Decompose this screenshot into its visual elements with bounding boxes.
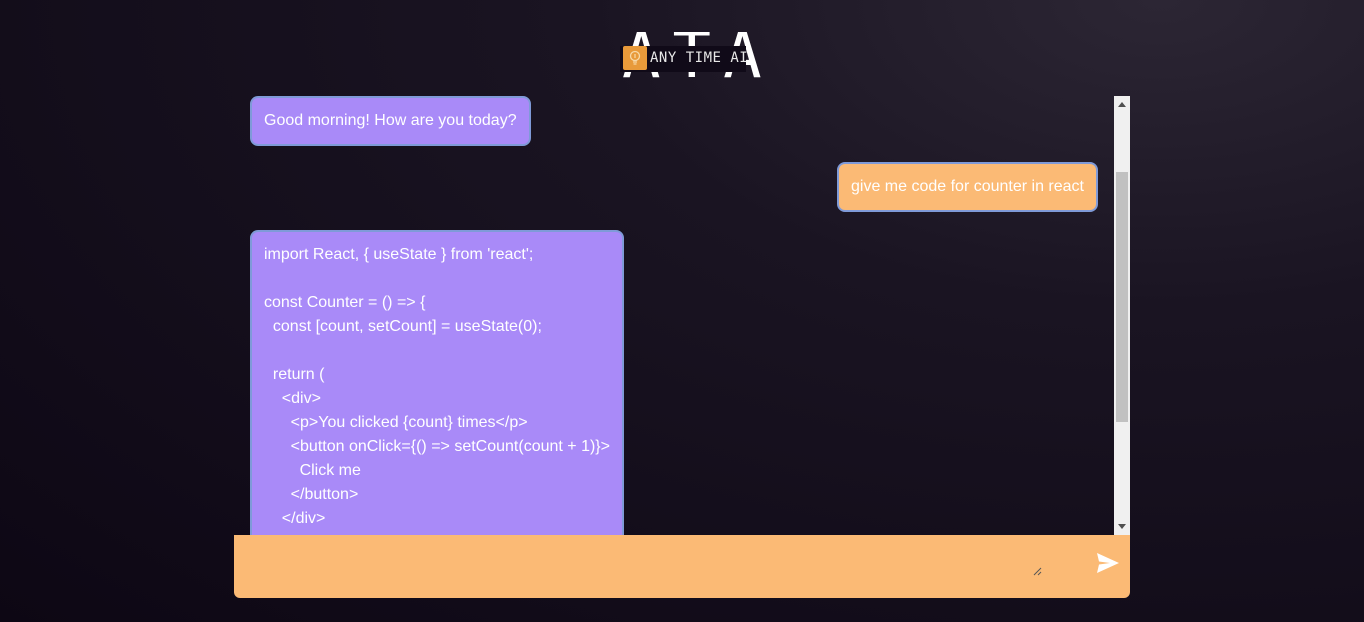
message-input-bar	[234, 535, 1130, 598]
chat-window[interactable]: Good morning! How are you today? give me…	[234, 96, 1130, 535]
code-line: </div>	[264, 510, 326, 527]
code-line: import React, { useState } from 'react';	[264, 246, 534, 263]
message-text: Good morning! How are you today?	[264, 112, 517, 129]
code-line: <button onClick={() => setCount(count + …	[264, 438, 610, 455]
app-header: ATA ANY TIME AI	[0, 0, 1364, 96]
logo-subtitle: ANY TIME AI	[650, 50, 749, 66]
code-line: </button>	[264, 486, 359, 503]
code-line: <div>	[264, 390, 321, 407]
scrollbar-thumb[interactable]	[1116, 172, 1128, 422]
scroll-down-arrow-icon[interactable]	[1114, 518, 1130, 535]
code-line: const Counter = () => {	[264, 294, 426, 311]
send-button[interactable]	[1094, 549, 1122, 577]
code-line: Click me	[264, 462, 361, 479]
bot-message: Good morning! How are you today?	[250, 96, 531, 146]
lightbulb-icon	[623, 46, 647, 70]
resize-grip-icon[interactable]	[1032, 563, 1042, 576]
scroll-up-arrow-icon[interactable]	[1114, 96, 1130, 113]
bot-code-message: import React, { useState } from 'react';…	[250, 230, 624, 535]
code-line: const [count, setCount] = useState(0);	[264, 318, 542, 335]
chat-scrollbar[interactable]	[1114, 96, 1130, 535]
code-line: <p>You clicked {count} times</p>	[264, 414, 528, 431]
code-line: return (	[264, 366, 325, 383]
message-text: give me code for counter in react	[850, 178, 1084, 195]
send-icon	[1097, 553, 1119, 573]
message-input[interactable]	[244, 541, 1044, 581]
user-message: give me code for counter in react	[836, 162, 1098, 212]
app-logo: ATA ANY TIME AI	[620, 24, 762, 88]
